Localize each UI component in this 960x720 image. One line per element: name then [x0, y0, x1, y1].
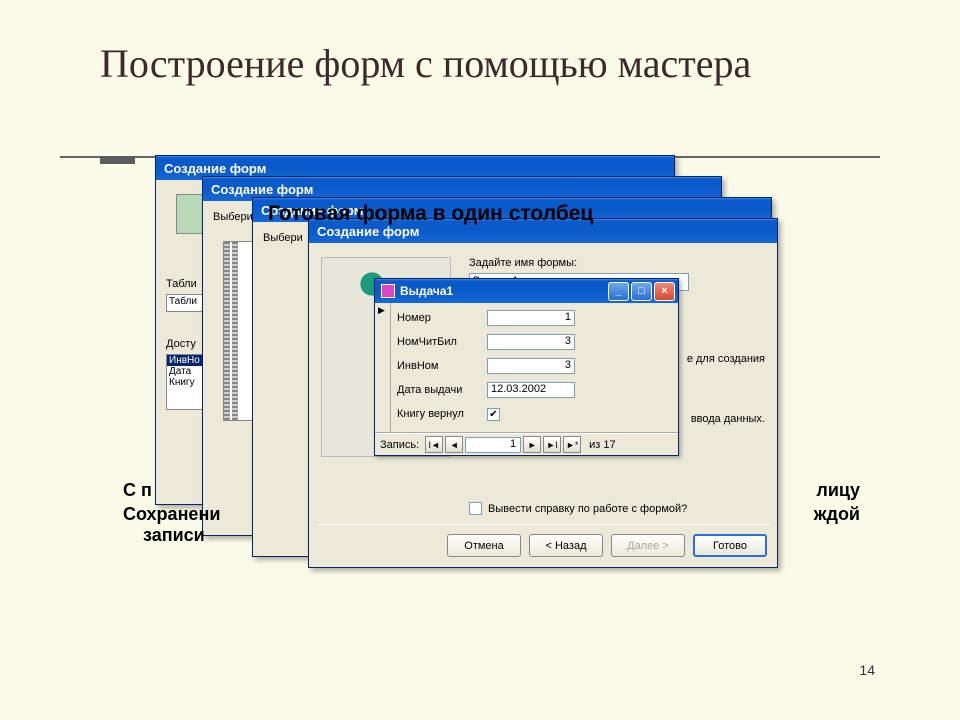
record-selector[interactable]	[375, 303, 391, 432]
wizard1-available-label: Досту	[166, 338, 196, 350]
wizard2-choose-label: Выбери	[213, 211, 253, 223]
close-button[interactable]: ×	[654, 282, 675, 301]
caption-ready-form: Готовая форма в один столбец	[268, 202, 593, 226]
wizard4-help-row[interactable]: Вывести справку по работе с формой?	[469, 502, 687, 515]
wizard1-tables-combo[interactable]: Табли	[166, 294, 206, 312]
result-form-titlebar[interactable]: Выдача1 _ □ ×	[375, 279, 678, 303]
caption-fragment-left2: Сохранени записи	[123, 504, 220, 546]
field-label: ИнвНом	[397, 360, 487, 372]
nav-label: Запись:	[380, 439, 419, 451]
result-form-title: Выдача1	[400, 284, 453, 298]
wizard1-fields-list[interactable]: ИнвНо Дата Книгу	[166, 354, 206, 410]
date-field[interactable]: 12.03.2002	[487, 382, 575, 398]
reader-ticket-field[interactable]: 3	[487, 334, 575, 350]
checkbox-icon[interactable]	[469, 502, 482, 515]
field-label: Номер	[397, 312, 487, 324]
nav-new-button[interactable]: ►*	[563, 436, 581, 453]
nav-first-button[interactable]: I◄	[425, 436, 443, 453]
slide-title: Построение форм с помощью мастера	[100, 40, 751, 88]
field-row: НомЧитБил 3	[397, 331, 670, 353]
list-item[interactable]: Книгу	[167, 377, 205, 388]
nav-next-button[interactable]: ►	[523, 436, 541, 453]
field-row: Книгу вернул ✔	[397, 403, 670, 425]
field-row: Дата выдачи 12.03.2002	[397, 379, 670, 401]
minimize-button[interactable]: _	[608, 282, 629, 301]
maximize-button[interactable]: □	[631, 282, 652, 301]
field-row: Номер 1	[397, 307, 670, 329]
field-label: Книгу вернул	[397, 408, 487, 420]
field-label: Дата выдачи	[397, 384, 487, 396]
caption-fragment-left1: С п	[123, 480, 152, 501]
form-icon	[381, 284, 395, 298]
caption-fragment-right1: лицу	[816, 480, 860, 501]
inventory-field[interactable]: 3	[487, 358, 575, 374]
cancel-button[interactable]: Отмена	[447, 534, 521, 557]
returned-checkbox[interactable]: ✔	[487, 408, 500, 421]
title-bullet	[100, 156, 135, 164]
list-item[interactable]: Дата	[167, 366, 205, 377]
field-label: НомЧитБил	[397, 336, 487, 348]
wizard3-choose-label: Выбери	[263, 232, 303, 244]
result-form-window: Выдача1 _ □ × Номер 1 НомЧитБил 3 ИнвНом…	[374, 278, 679, 456]
separator	[317, 524, 769, 525]
nav-current-field[interactable]: 1	[465, 437, 521, 453]
finish-button[interactable]: Готово	[693, 534, 767, 557]
list-item[interactable]: ИнвНо	[167, 355, 205, 366]
caption-fragment-right2: ждой	[814, 504, 860, 525]
next-button: Далее >	[611, 534, 685, 557]
field-row: ИнвНом 3	[397, 355, 670, 377]
nav-prev-button[interactable]: ◄	[445, 436, 463, 453]
wizard4-help-label: Вывести справку по работе с формой?	[488, 503, 687, 515]
nav-last-button[interactable]: ►I	[543, 436, 561, 453]
record-navigation: Запись: I◄ ◄ 1 ► ►I ►* из 17	[375, 433, 678, 455]
page-number: 14	[859, 662, 875, 678]
back-button[interactable]: < Назад	[529, 534, 603, 557]
number-field[interactable]: 1	[487, 310, 575, 326]
wizard1-tables-label: Табли	[166, 278, 197, 290]
nav-total-label: из 17	[589, 439, 615, 451]
wizard4-name-prompt: Задайте имя формы:	[469, 257, 577, 269]
